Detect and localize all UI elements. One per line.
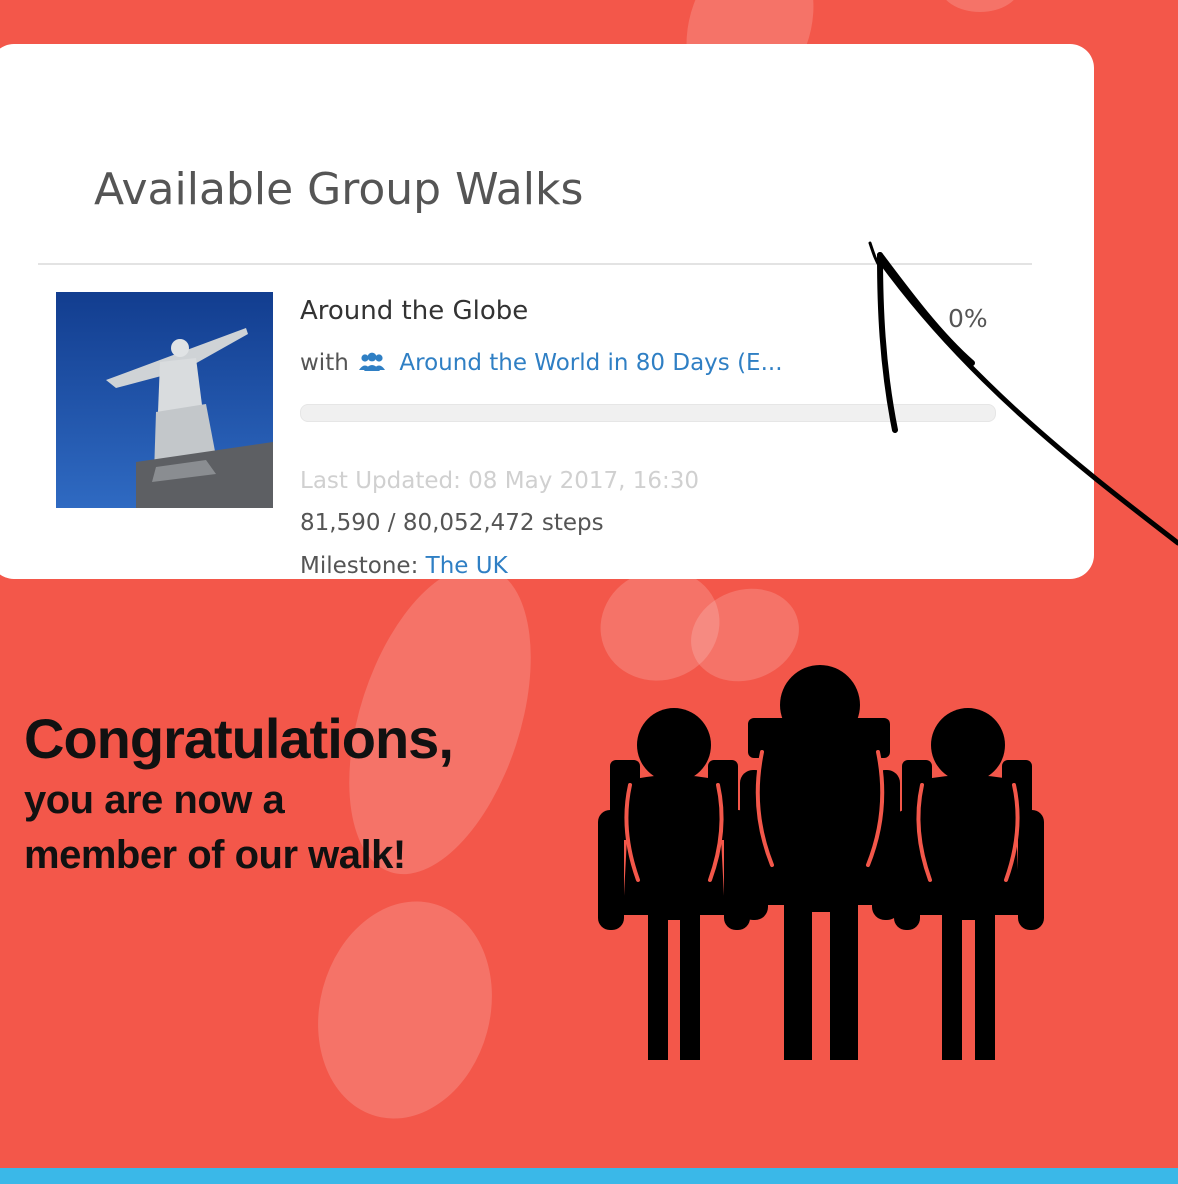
hand-drawn-arrow-icon	[868, 241, 1178, 546]
congratulations-heading: Congratulations,	[24, 707, 454, 770]
footprint-decoration	[940, 0, 1020, 12]
card-title: Available Group Walks	[94, 164, 584, 215]
message-line-1: you are now a	[24, 778, 285, 822]
walk-thumbnail[interactable]	[56, 292, 273, 508]
statue-image	[56, 292, 273, 508]
last-updated: Last Updated: 08 May 2017, 16:30	[300, 468, 700, 494]
hikers-illustration-icon	[598, 665, 1044, 1060]
users-icon	[358, 352, 386, 378]
milestone-row: Milestone: The UK	[300, 553, 508, 579]
congratulations-message: Congratulations, you are now a member of…	[24, 705, 454, 883]
footprint-decoration	[294, 881, 516, 1139]
with-label: with	[300, 350, 349, 376]
milestone-link[interactable]: The UK	[426, 553, 508, 579]
walk-group-row: with Around the World in 80 Days (E...	[300, 350, 783, 378]
walk-name-link[interactable]: Around the Globe	[300, 296, 528, 326]
bottom-strip	[0, 1168, 1178, 1184]
steps-count: 81,590 / 80,052,472 steps	[300, 510, 604, 536]
milestone-label: Milestone:	[300, 553, 419, 579]
group-name-link[interactable]: Around the World in 80 Days (E...	[399, 350, 782, 376]
message-line-2: member of our walk!	[24, 833, 406, 877]
